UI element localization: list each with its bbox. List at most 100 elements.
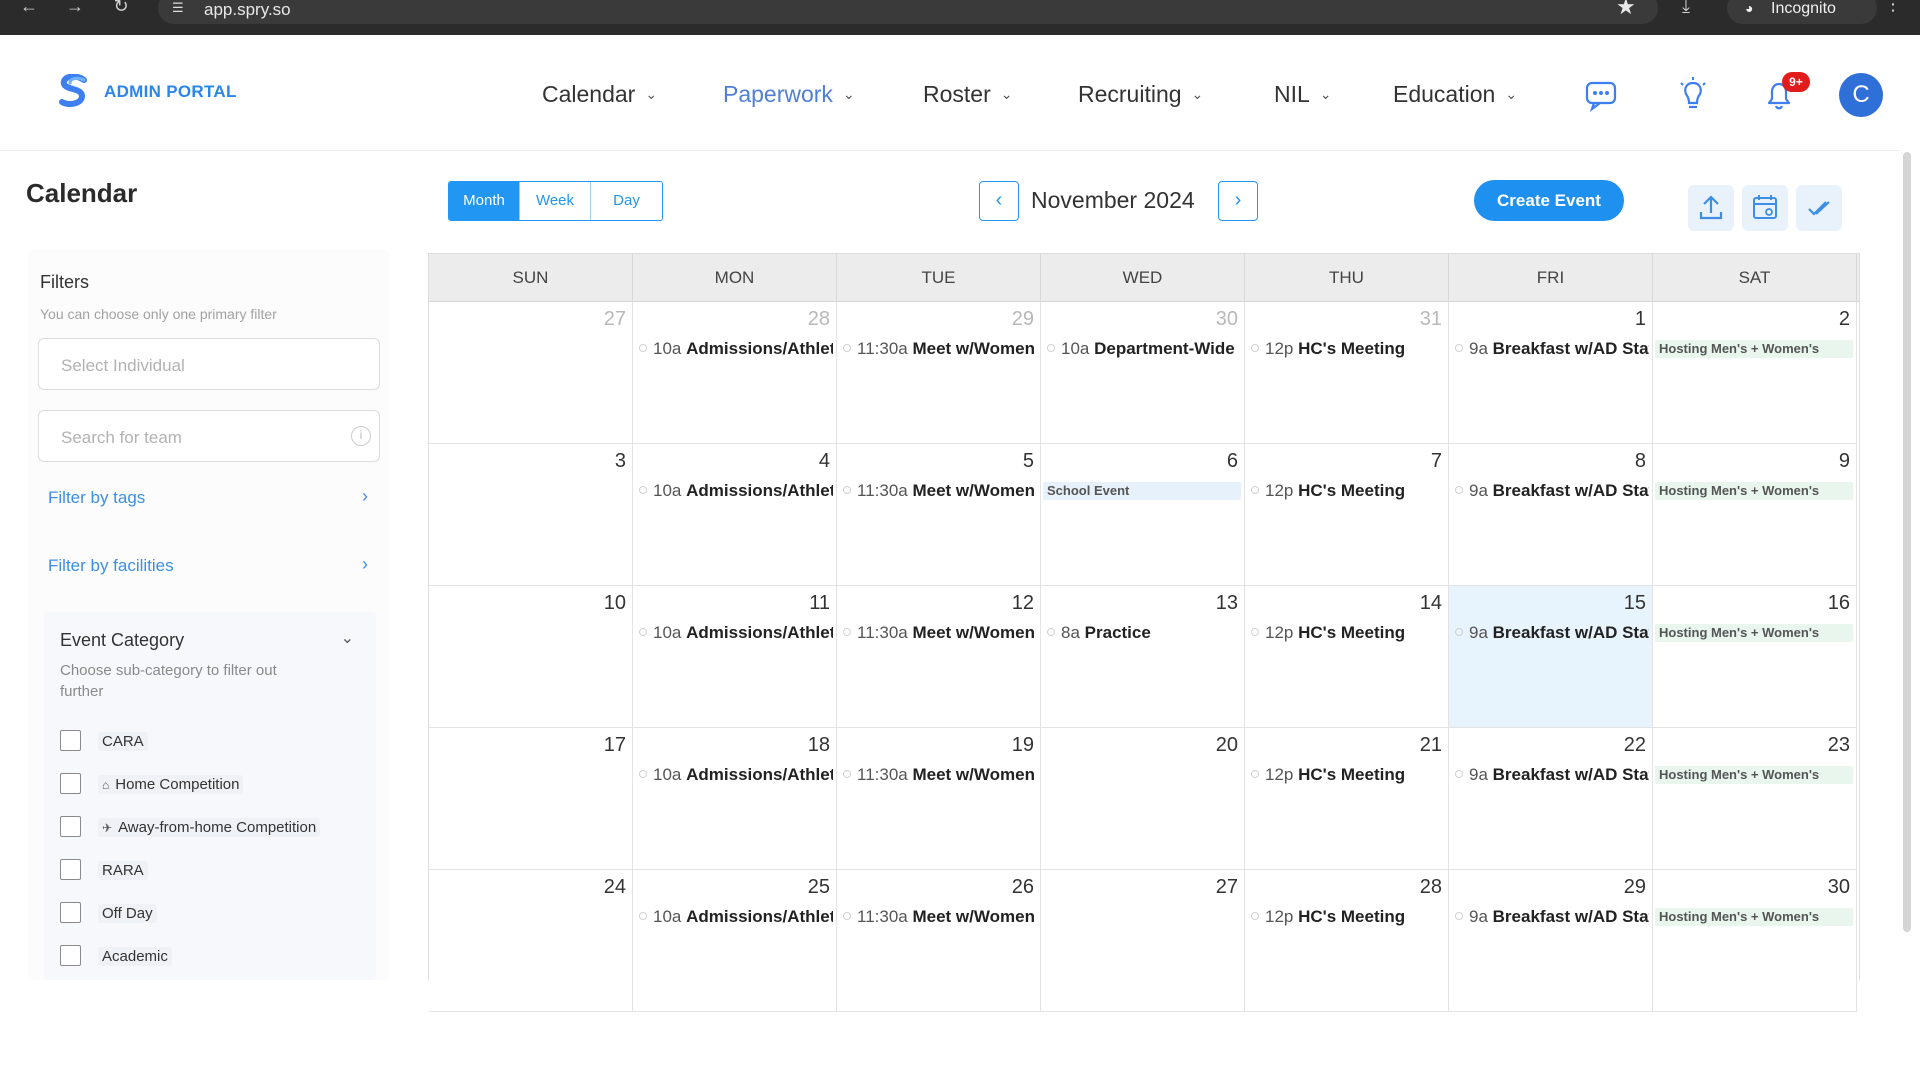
calendar-event[interactable]: 12p HC's Meeting [1249,480,1445,502]
calendar-day[interactable]: 29 9a Breakfast w/AD Staff [1449,870,1653,1012]
next-month-button[interactable]: › [1218,181,1258,221]
calendar-day[interactable]: 28 12p HC's Meeting [1245,870,1449,1012]
nav-education[interactable]: Education ⌄ [1393,81,1517,108]
spry-logo-icon[interactable] [58,74,88,108]
select-individual-field[interactable]: Select Individual [38,338,380,390]
calendar-day[interactable]: 21 12p HC's Meeting [1245,728,1449,870]
portal-label[interactable]: ADMIN PORTAL [104,82,237,102]
calendar-event[interactable]: 12p HC's Meeting [1249,906,1445,928]
calendar-day[interactable]: 12 11:30a Meet w/Women [837,586,1041,728]
address-bar[interactable]: ☰ app.spry.so [158,0,1658,24]
page-scrollbar[interactable] [1903,152,1911,932]
chat-icon[interactable] [1582,75,1622,115]
calendar-event[interactable]: 11:30a Meet w/Women [841,338,1037,360]
nav-roster[interactable]: Roster ⌄ [923,81,1012,108]
calendar-event[interactable]: 9a Breakfast w/AD Staff [1453,906,1649,928]
checkbox[interactable] [60,945,81,966]
calendar-day[interactable]: 9 Hosting Men's + Women's [1653,444,1857,586]
calendar-day[interactable]: 13 8a Practice [1041,586,1245,728]
calendar-day[interactable]: 1 9a Breakfast w/AD Staff [1449,302,1653,444]
calendar-day[interactable]: 11 10a Admissions/Athletics [633,586,837,728]
reload-icon[interactable]: ↻ [106,0,136,15]
bookmark-star-icon[interactable]: ★ [1616,0,1636,20]
view-month-button[interactable]: Month [449,182,520,220]
calendar-day[interactable]: 20 [1041,728,1245,870]
calendar-day[interactable]: 30 Hosting Men's + Women's [1653,870,1857,1012]
nav-recruiting[interactable]: Recruiting ⌄ [1078,81,1203,108]
calendar-event[interactable]: 9a Breakfast w/AD Staff [1453,338,1649,360]
calendar-day[interactable]: 24 [429,870,633,1012]
calendar-day[interactable]: 30 10a Department-Wide [1041,302,1245,444]
back-icon[interactable]: ← [14,0,44,15]
calendar-day[interactable]: 22 9a Breakfast w/AD Staff [1449,728,1653,870]
all-day-event[interactable]: Hosting Men's + Women's [1655,340,1853,358]
calendar-day[interactable]: 26 11:30a Meet w/Women [837,870,1041,1012]
calendar-day[interactable]: 28 10a Admissions/Athletics [633,302,837,444]
browser-menu-icon[interactable]: ⋮ [1884,0,1902,15]
calendar-event[interactable]: 11:30a Meet w/Women [841,906,1037,928]
calendar-event[interactable]: 11:30a Meet w/Women [841,764,1037,786]
calendar-day[interactable]: 16 Hosting Men's + Women's [1653,586,1857,728]
nav-paperwork[interactable]: Paperwork ⌄ [723,81,855,108]
all-day-event[interactable]: Hosting Men's + Women's [1655,624,1853,642]
calendar-day[interactable]: 23 Hosting Men's + Women's [1653,728,1857,870]
filter-by-tags-link[interactable]: Filter by tags › [48,486,368,508]
all-day-event[interactable]: Hosting Men's + Women's [1655,908,1853,926]
all-day-event[interactable]: School Event [1043,482,1241,500]
checkbox[interactable] [60,816,81,837]
calendar-event[interactable]: 10a Admissions/Athletics [637,764,833,786]
calendar-event[interactable]: 10a Admissions/Athletics [637,338,833,360]
export-button[interactable] [1688,185,1734,231]
calendar-day[interactable]: 4 10a Admissions/Athletics [633,444,837,586]
nav-nil[interactable]: NIL ⌄ [1274,81,1332,108]
checkbox[interactable] [60,859,81,880]
search-team-input[interactable]: Search for team i [38,410,380,462]
calendar-day[interactable]: 29 11:30a Meet w/Women [837,302,1041,444]
all-day-event[interactable]: Hosting Men's + Women's [1655,482,1853,500]
checkbox[interactable] [60,730,81,751]
calendar-event[interactable]: 10a Admissions/Athletics [637,480,833,502]
calendar-day[interactable]: 27 [429,302,633,444]
checkbox[interactable] [60,902,81,923]
forward-icon[interactable]: → [60,0,90,15]
checkbox[interactable] [60,773,81,794]
calendar-day-today[interactable]: 15 9a Breakfast w/AD Staff [1449,586,1653,728]
calendar-day[interactable]: 10 [429,586,633,728]
calendar-event[interactable]: 9a Breakfast w/AD Staff [1453,764,1649,786]
calendar-day[interactable]: 7 12p HC's Meeting [1245,444,1449,586]
chevron-down-icon[interactable]: ⌄ [341,628,354,648]
site-settings-icon[interactable]: ☰ [172,0,190,15]
calendar-event[interactable]: 11:30a Meet w/Women [841,622,1037,644]
calendar-event[interactable]: 10a Department-Wide [1045,338,1241,360]
calendar-day[interactable]: 3 [429,444,633,586]
calendar-day[interactable]: 27 [1041,870,1245,1012]
calendar-settings-button[interactable] [1742,185,1788,231]
calendar-event[interactable]: 9a Breakfast w/AD Staff [1453,622,1649,644]
calendar-day[interactable]: 14 12p HC's Meeting [1245,586,1449,728]
calendar-day[interactable]: 17 [429,728,633,870]
calendar-day[interactable]: 25 10a Admissions/Athletics [633,870,837,1012]
calendar-day[interactable]: 19 11:30a Meet w/Women [837,728,1041,870]
calendar-event[interactable]: 9a Breakfast w/AD Staff [1453,480,1649,502]
info-icon[interactable]: i [351,426,371,446]
calendar-event[interactable]: 12p HC's Meeting [1249,764,1445,786]
filter-by-facilities-link[interactable]: Filter by facilities › [48,554,368,576]
download-icon[interactable]: ⤓ [1682,0,1690,17]
calendar-day[interactable]: 6 School Event [1041,444,1245,586]
event-category-title[interactable]: Event Category [60,630,184,651]
calendar-day[interactable]: 8 9a Breakfast w/AD Staff [1449,444,1653,586]
prev-month-button[interactable]: ‹ [979,181,1019,221]
all-day-event[interactable]: Hosting Men's + Women's [1655,766,1853,784]
mark-all-button[interactable] [1796,185,1842,231]
view-day-button[interactable]: Day [591,182,662,220]
calendar-event[interactable]: 10a Admissions/Athletics [637,622,833,644]
calendar-day[interactable]: 31 12p HC's Meeting [1245,302,1449,444]
incognito-indicator[interactable]: ◕ Incognito [1727,0,1877,24]
create-event-button[interactable]: Create Event [1474,180,1624,221]
calendar-event[interactable]: 10a Admissions/Athletics [637,906,833,928]
calendar-day[interactable]: 2 Hosting Men's + Women's [1653,302,1857,444]
calendar-event[interactable]: 8a Practice [1045,622,1241,644]
calendar-event[interactable]: 11:30a Meet w/Women [841,480,1037,502]
calendar-day[interactable]: 5 11:30a Meet w/Women [837,444,1041,586]
nav-calendar[interactable]: Calendar ⌄ [542,81,657,108]
